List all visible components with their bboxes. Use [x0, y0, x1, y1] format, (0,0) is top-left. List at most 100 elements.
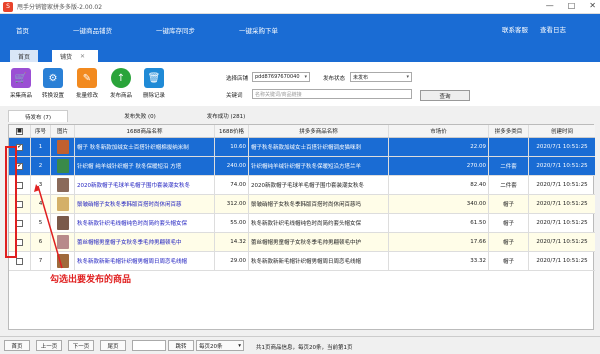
- table-row[interactable]: ✔ 2 针织帽 纯羊绒针织帽子 秋冬保暖短沿 方塔 240.00 针织帽纯羊绒针织帽子秋…: [9, 157, 595, 176]
- annotation-text: 勾选出要发布的商品: [50, 275, 132, 285]
- checkbox[interactable]: [16, 200, 23, 208]
- next-page-button[interactable]: 下一页: [68, 340, 94, 351]
- tab-bar: 首页 铺货 ✕: [0, 46, 600, 62]
- status-select[interactable]: 未发布 ▾: [350, 72, 412, 82]
- checkbox[interactable]: ✔: [16, 162, 23, 170]
- row-pdd-category: 帽子: [489, 233, 529, 251]
- checkbox[interactable]: ✔: [16, 143, 23, 151]
- page-number-input[interactable]: [132, 340, 166, 351]
- shop-select[interactable]: pdd87697670040 ▾: [252, 72, 310, 82]
- row-1688-price: 55.00: [215, 214, 249, 232]
- checkbox[interactable]: [16, 238, 23, 246]
- row-1688-price: 74.00: [215, 176, 249, 194]
- row-1688-name[interactable]: 鬃皱硝帽子女秋冬季韩版百搭时尚休闲百慈: [75, 195, 215, 213]
- table-row[interactable]: 5 秋冬新款针织毛线帽纯色时尚简约套头帽女保 55.00 秋冬新款针织毛线帽纯色时尚简…: [9, 214, 595, 233]
- row-1688-name[interactable]: 帽子 秋冬新款加绒女士百搭针织帽棉拔纳米制: [75, 138, 215, 156]
- chevron-down-icon: ▾: [304, 74, 307, 80]
- row-pdd-name[interactable]: 蕾丝帽帽男童帽子女秋冬季毛帅男翩顿毛中护: [249, 233, 389, 251]
- checkbox[interactable]: [16, 181, 23, 189]
- batch-edit-button[interactable]: ✎ 批量修改: [76, 68, 98, 99]
- row-index: 1: [31, 138, 51, 156]
- window-title: 甩手分销管家拼多多版-2.00.02: [17, 4, 103, 11]
- row-pdd-category: 帽子: [489, 252, 529, 270]
- row-market-price: 17.66: [389, 233, 489, 251]
- table-row[interactable]: 3 2020新款帽子毛球羊毛帽子围巾套装潮女秋冬 74.00 2020新款帽子毛球羊毛…: [9, 176, 595, 195]
- keyword-label: 关键词: [226, 93, 243, 99]
- tab-listing[interactable]: 铺货 ✕: [52, 50, 98, 62]
- row-image: [51, 195, 75, 213]
- table-header: ■ 序号 图片 1688商品名称 1688价格 拼多多商品名称 市场价 拼多多类…: [9, 125, 595, 138]
- checkbox[interactable]: [16, 257, 23, 265]
- collect-products-button[interactable]: 🛒 采集商品: [10, 68, 32, 99]
- row-index: 4: [31, 195, 51, 213]
- row-created-time: 2020/7/1 10:51:25: [536, 258, 588, 264]
- row-image: [51, 214, 75, 232]
- row-market-price: 270.00: [389, 157, 489, 175]
- delete-records-button[interactable]: 🗑 删除记录: [143, 68, 165, 99]
- row-pdd-category: 帽子: [489, 214, 529, 232]
- row-pdd-name[interactable]: 鬃皱硝帽子女秋冬季韩版百搭时尚休闲百慈吗: [249, 195, 389, 213]
- row-pdd-name[interactable]: 秋冬新款针织毛线帽纯色时尚简约套头帽女保: [249, 214, 389, 232]
- tab-close-icon[interactable]: ✕: [80, 53, 85, 60]
- prev-page-button[interactable]: 上一页: [36, 340, 62, 351]
- row-pdd-name[interactable]: 帽子秋冬新款加绒女士百搭针织帽调皮猫咪刺: [249, 138, 389, 156]
- row-1688-name[interactable]: 秋冬新款新新毛帽针织帽男帽周日周恋毛线帽: [75, 252, 215, 270]
- col-index: 序号: [31, 125, 51, 137]
- pagination-bar: 首页 上一页 下一页 尾页 跳转 每页20条 ▾ 共1页商品信息，每页20条，当前…: [0, 336, 600, 354]
- product-thumbnail: [56, 178, 69, 192]
- nav-stock-sync[interactable]: 一键库存同步: [156, 25, 195, 35]
- maximize-button[interactable]: □: [568, 1, 576, 10]
- annotation-box: [5, 146, 17, 258]
- checkbox[interactable]: [16, 219, 23, 227]
- nav-one-click-listing[interactable]: 一键商品铺货: [73, 25, 112, 35]
- upload-icon: ↑: [111, 68, 131, 88]
- minimize-button[interactable]: —: [546, 1, 554, 10]
- row-1688-name[interactable]: 秋冬新款针织毛线帽纯色时尚简约套头帽女保: [75, 214, 215, 232]
- col-pdd-name: 拼多多商品名称: [249, 125, 389, 137]
- row-image: [51, 233, 75, 251]
- row-1688-price: 10.60: [215, 138, 249, 156]
- publish-products-button[interactable]: ↑ 发布商品: [110, 68, 132, 99]
- nav-home[interactable]: 首页: [16, 25, 29, 35]
- first-page-button[interactable]: 首页: [4, 340, 30, 351]
- select-all-checkbox[interactable]: ■: [9, 125, 31, 137]
- row-created-time: 2020/7/1 10:51:25: [536, 163, 588, 169]
- subtab-pending[interactable]: 待发布 (7): [8, 110, 68, 122]
- row-index: 2: [31, 157, 51, 175]
- row-1688-price: 240.00: [215, 157, 249, 175]
- view-log-link[interactable]: 查看日志: [540, 24, 566, 34]
- search-button[interactable]: 查询: [420, 90, 470, 101]
- table-row[interactable]: 7 秋冬新款新新毛帽针织帽男帽周日周恋毛线帽 29.00 秋冬新款新新毛帽针织帽男帽周…: [9, 252, 595, 271]
- row-pdd-category: 二件套: [489, 176, 529, 194]
- close-button[interactable]: ✕: [589, 1, 596, 10]
- row-market-price: 82.40: [389, 176, 489, 194]
- subtab-failed[interactable]: 发布失败 (0): [100, 110, 180, 122]
- nav-purchase-order[interactable]: 一键采购下单: [239, 25, 278, 35]
- status-subtabs: 待发布 (7) 发布失败 (0) 发布成功 (281): [0, 108, 600, 122]
- jump-button[interactable]: 跳转: [168, 340, 194, 351]
- product-thumbnail: [56, 197, 69, 211]
- col-pdd-category: 拼多多类目: [489, 125, 529, 137]
- row-created-time: 2020/7/1 10:51:25: [536, 182, 588, 188]
- contact-support-link[interactable]: 联系客服: [502, 24, 528, 34]
- product-thumbnail: [56, 254, 69, 268]
- subtab-success[interactable]: 发布成功 (281): [186, 110, 266, 122]
- row-1688-name[interactable]: 蕾丝帽帽男童帽子女秋冬季毛帅男翩顿毛中: [75, 233, 215, 251]
- tab-home[interactable]: 首页: [10, 50, 39, 62]
- table-row[interactable]: ✔ 1 帽子 秋冬新款加绒女士百搭针织帽棉拔纳米制 10.60 帽子秋冬新款加绒女士百搭…: [9, 138, 595, 157]
- row-1688-name[interactable]: 2020新款帽子毛球羊毛帽子围巾套装潮女秋冬: [75, 176, 215, 194]
- product-thumbnail: [56, 216, 69, 230]
- table-row[interactable]: 4 鬃皱硝帽子女秋冬季韩版百搭时尚休闲百慈 312.00 鬃皱硝帽子女秋冬季韩版百搭时…: [9, 195, 595, 214]
- row-created-time: 2020/7/1 10:51:25: [536, 239, 588, 245]
- col-1688-price: 1688价格: [215, 125, 249, 137]
- table-row[interactable]: 6 蕾丝帽帽男童帽子女秋冬季毛帅男翩顿毛中 14.32 蕾丝帽帽男童帽子女秋冬季毛帅男…: [9, 233, 595, 252]
- conversion-settings-button[interactable]: ⚙ 转换设置: [42, 68, 64, 99]
- product-table: ■ 序号 图片 1688商品名称 1688价格 拼多多商品名称 市场价 拼多多类…: [8, 124, 595, 330]
- row-1688-name[interactable]: 针织帽 纯羊绒针织帽子 秋冬保暖短沿 方塔: [75, 157, 215, 175]
- keyword-input[interactable]: 名称关键词/商品链接: [252, 89, 412, 99]
- row-pdd-name[interactable]: 2020新款帽子毛球羊毛帽子围巾套装潮女秋冬: [249, 176, 389, 194]
- row-pdd-name[interactable]: 针织帽纯羊绒针织帽子秋冬保暖短沿方塔兰羊: [249, 157, 389, 175]
- page-size-select[interactable]: 每页20条 ▾: [196, 340, 244, 351]
- row-pdd-name[interactable]: 秋冬新款新新毛帽针织帽男帽周日周恋毛线帽: [249, 252, 389, 270]
- last-page-button[interactable]: 尾页: [100, 340, 126, 351]
